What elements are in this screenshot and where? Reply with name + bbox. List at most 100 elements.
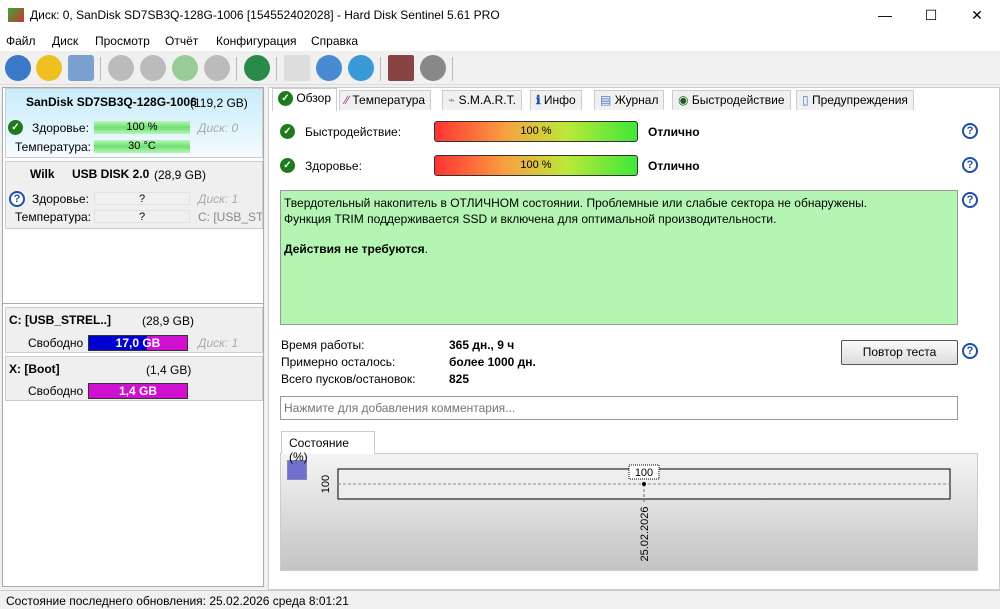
health-status: Отлично (648, 159, 700, 173)
minimize-button[interactable]: — (862, 0, 908, 30)
info-icon: ℹ (536, 93, 541, 107)
status-bar: Состояние последнего обновления: 25.02.2… (0, 590, 1000, 609)
tab-warnings[interactable]: ▯ Предупреждения (796, 90, 914, 110)
health-label: Здоровье: (32, 192, 89, 206)
uptime-value: 365 дн., 9 ч (449, 338, 515, 352)
health-bar: 100 % (94, 121, 190, 134)
speaker-icon[interactable] (420, 55, 446, 81)
free-label: Свободно (28, 336, 84, 350)
status-description: Твердотельный накопитель в ОТЛИЧНОМ сост… (280, 190, 958, 325)
unknown-status-icon: ? (9, 191, 25, 207)
disk-number: Диск: 1 (198, 336, 239, 350)
tab-info[interactable]: ℹ Инфо (530, 90, 582, 110)
partition-size: (1,4 GB) (146, 363, 192, 377)
disk-icon[interactable] (68, 55, 94, 81)
ok-check-icon: ✓ (280, 124, 295, 139)
disk-1-icon[interactable] (108, 55, 134, 81)
partition-c[interactable]: C: [USB_STREL..] (28,9 GB) Свободно 17,0… (5, 307, 263, 353)
menu-file[interactable]: Файл (6, 34, 36, 48)
refresh-icon[interactable] (5, 55, 31, 81)
disk-item-sandisk[interactable]: SanDisk SD7SB3Q-128G-1006 (119,2 GB) ✓ З… (5, 88, 263, 158)
close-button[interactable]: ✕ (954, 0, 1000, 30)
log-icon: ▤ (600, 93, 612, 107)
tab-label: Обзор (296, 91, 332, 105)
tab-log[interactable]: ▤ Журнал (594, 90, 665, 110)
temp-bar: 30 °C (94, 140, 190, 153)
separator (236, 57, 237, 81)
tab-status-chart[interactable]: Состояние (%) (281, 431, 375, 464)
help-icon[interactable]: ? (962, 123, 978, 139)
tab-label: S.M.A.R.T. (458, 93, 516, 107)
disk-name: USB DISK 2.0 (72, 167, 150, 181)
help-icon[interactable]: ? (962, 192, 978, 208)
x-tick-label: 25.02.2026 (639, 506, 651, 561)
tab-performance[interactable]: ◉ Быстродействие (672, 90, 791, 110)
disk-item-usb[interactable]: Wilk USB DISK 2.0 (28,9 GB) ? Здоровье: … (5, 161, 263, 229)
temp-bar: ? (94, 210, 190, 223)
network-icon[interactable] (348, 55, 374, 81)
disk-2-icon[interactable] (140, 55, 166, 81)
tab-label: Температура (352, 93, 426, 107)
web-icon[interactable] (244, 55, 270, 81)
menu-help[interactable]: Справка (311, 34, 358, 48)
separator (276, 57, 277, 81)
data-point (642, 482, 646, 486)
tab-temperature[interactable]: ∕∕ Температура (339, 90, 432, 110)
description-line: Функция TRIM поддерживается SSD и включе… (284, 212, 777, 226)
smart-icon: ⌁ (448, 93, 456, 107)
remain-value: более 1000 дн. (449, 355, 536, 369)
starts-label: Всего пусков/остановок: (281, 372, 416, 386)
point-label: 100 (635, 467, 653, 479)
ok-check-icon: ✓ (8, 120, 23, 135)
tab-smart[interactable]: ⌁ S.M.A.R.T. (442, 90, 522, 110)
disk-number: Диск: 0 (198, 121, 239, 135)
disk-name: SanDisk SD7SB3Q-128G-1006 (26, 95, 197, 109)
tab-overview[interactable]: ✓ Обзор (272, 88, 338, 111)
perf-label: Быстродействие: (305, 125, 402, 139)
health-bar: ? (94, 192, 190, 205)
free-label: Свободно (28, 384, 84, 398)
help-icon[interactable]: ? (962, 343, 978, 359)
menu-disk[interactable]: Диск (52, 34, 78, 48)
volume-label: C: [USB_STR (198, 210, 262, 224)
monitor-icon[interactable] (388, 55, 414, 81)
ok-check-icon: ✓ (278, 91, 293, 107)
disk-search-icon[interactable] (204, 55, 230, 81)
document-icon: ▯ (802, 93, 809, 107)
free-space-value: 17,0 GB (115, 336, 161, 350)
gauge-icon: ◉ (678, 93, 689, 107)
uptime-label: Время работы: (281, 338, 365, 352)
partition-x[interactable]: X: [Boot] (1,4 GB) Свободно 1,4 GB (5, 356, 263, 401)
sync-icon[interactable] (316, 55, 342, 81)
app-icon (8, 8, 24, 22)
disk-vendor: Wilk (30, 167, 55, 181)
disk-check-icon[interactable] (172, 55, 198, 81)
help-icon[interactable]: ? (962, 157, 978, 173)
alert-icon[interactable] (36, 55, 62, 81)
divider (3, 303, 263, 304)
retest-button[interactable]: Повтор теста (841, 340, 958, 365)
disk-number: Диск: 1 (198, 192, 239, 206)
menu-config[interactable]: Конфигурация (216, 34, 297, 48)
disk-size: (28,9 GB) (154, 168, 207, 182)
health-bar: 100 % (434, 155, 638, 176)
tab-label: Быстродействие (691, 93, 785, 107)
temp-label: Температура: (15, 140, 92, 154)
temp-label: Температура: (15, 210, 92, 224)
tab-label: Журнал (614, 93, 659, 107)
free-space-bar: 1,4 GB (88, 383, 188, 399)
separator (380, 57, 381, 81)
menu-view[interactable]: Просмотр (95, 34, 150, 48)
health-label: Здоровье: (305, 159, 362, 173)
menu-report[interactable]: Отчёт (165, 34, 198, 48)
maximize-button[interactable]: ☐ (908, 0, 954, 30)
disk-size: (119,2 GB) (190, 96, 248, 110)
comment-input[interactable] (280, 396, 958, 420)
status-text: Состояние последнего обновления: 25.02.2… (6, 594, 349, 608)
thermometer-icon: ∕∕ (345, 93, 350, 107)
separator (452, 57, 453, 81)
starts-value: 825 (449, 372, 470, 386)
ok-check-icon: ✓ (280, 158, 295, 173)
report-icon[interactable] (284, 55, 310, 81)
perf-bar: 100 % (434, 121, 638, 142)
